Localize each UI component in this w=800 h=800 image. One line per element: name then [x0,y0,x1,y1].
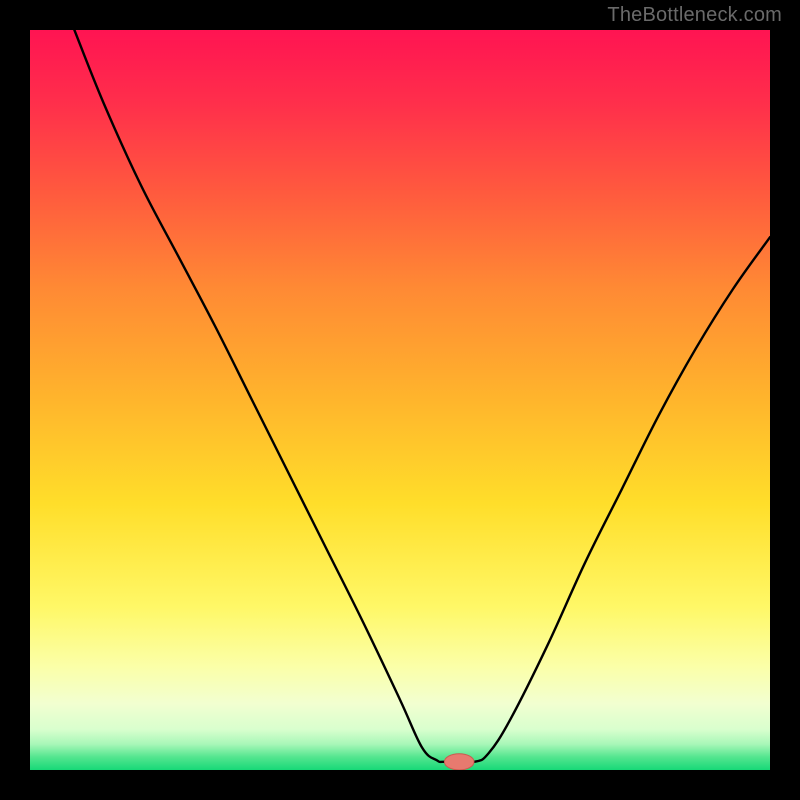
watermark-text: TheBottleneck.com [607,4,782,27]
plot-area [30,30,770,770]
bottleneck-chart [30,30,770,770]
optimal-point-marker [444,754,474,770]
chart-frame: TheBottleneck.com [0,0,800,800]
gradient-background [30,30,770,770]
